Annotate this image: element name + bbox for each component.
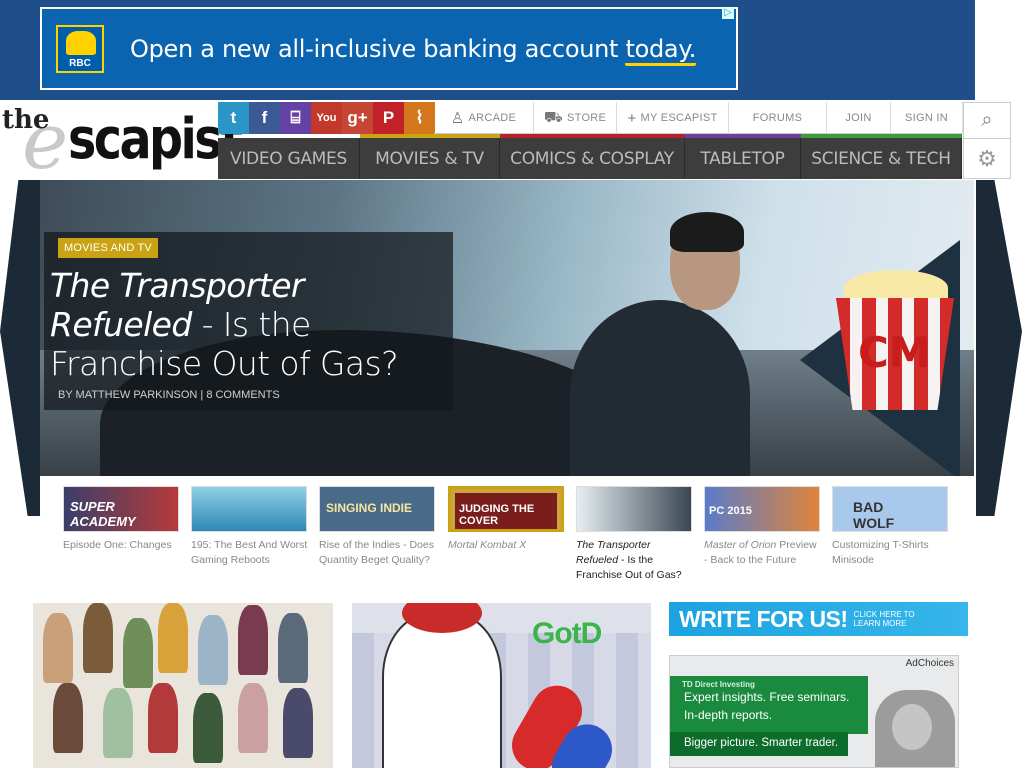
thumb-caption: Customizing T-Shirts Minisode — [832, 539, 929, 566]
top-banner-ad[interactable]: RBC Open a new all-inclusive banking acc… — [0, 0, 975, 100]
nav-tabletop[interactable]: TABLETOP — [685, 138, 801, 179]
sign-in-link[interactable]: SIGN IN — [891, 102, 963, 134]
my-escapist-label: MY ESCAPIST — [640, 112, 718, 124]
write-for-us-banner[interactable]: WRITE FOR US! CLICK HERE TO LEARN MORE — [669, 602, 968, 636]
cart-icon: ⛟ — [543, 108, 563, 126]
join-link[interactable]: JOIN — [827, 102, 891, 134]
nav-science-tech[interactable]: SCIENCE & TECH — [801, 138, 962, 179]
thumb-item[interactable]: 195: The Best And Worst Gaming Reboots — [191, 486, 309, 568]
rbc-ad-creative[interactable]: RBC Open a new all-inclusive banking acc… — [40, 7, 738, 90]
search-icon: ⌕ — [981, 109, 993, 131]
main-nav: VIDEO GAMES MOVIES & TV COMICS & COSPLAY… — [218, 138, 962, 179]
thumb-caption: Mortal Kombat X — [448, 539, 527, 551]
doctor-character — [382, 613, 502, 768]
hero-category-badge[interactable]: MOVIES AND TV — [58, 238, 158, 258]
joystick-icon: ♙ — [450, 110, 465, 127]
thumb-caption: Master of Orion Preview - Back to the Fu… — [704, 539, 817, 566]
thumb-caption: Rise of the Indies - Does Quantity Beget… — [319, 539, 434, 566]
thumb-item[interactable]: SUPER ACADEMY Episode One: Changes — [63, 486, 181, 553]
ad-headline-prefix: Open a new all-inclusive banking account — [130, 34, 619, 63]
logo-scapist: scapist — [68, 107, 243, 172]
popcorn-badge: CM — [836, 270, 954, 410]
nav-video-games[interactable]: VIDEO GAMES — [218, 138, 360, 179]
social-links: t f ⌸ You g+ P ⌇ — [218, 102, 435, 134]
rss-icon[interactable]: ⌇ — [404, 102, 435, 134]
thumb-item[interactable]: JUDGING THE COVER Mortal Kombat X — [448, 486, 566, 553]
twitch-icon[interactable]: ⌸ — [280, 102, 311, 134]
write-for-us-cta: CLICK HERE TO LEARN MORE — [853, 610, 915, 628]
thumb-item[interactable]: BAD WOLF Customizing T-Shirts Minisode — [832, 486, 950, 568]
ad-choices-icon[interactable]: ▷ — [722, 7, 734, 19]
store-link[interactable]: ⛟ STORE — [534, 102, 617, 134]
facebook-icon[interactable]: f — [249, 102, 280, 134]
ad-headline: Open a new all-inclusive banking account… — [130, 34, 696, 66]
logo-the: the — [2, 105, 50, 135]
td-line-2: In-depth reports. — [684, 708, 773, 722]
write-for-us-title: WRITE FOR US! — [679, 605, 848, 632]
gotd-logo: GotD — [532, 617, 602, 650]
arcade-label: ARCADE — [468, 112, 517, 124]
hero-byline: BY MATTHEW PARKINSON | 8 COMMENTS — [58, 389, 280, 401]
youtube-icon[interactable]: You — [311, 102, 342, 134]
feature-image-gotd[interactable]: GotD — [352, 603, 651, 768]
ad-headline-highlight: today. — [625, 34, 696, 66]
td-brand: TD Direct Investing — [682, 680, 755, 689]
store-label: STORE — [566, 112, 607, 124]
top-nav: ♙ ARCADE ⛟ STORE + MY ESCAPIST FORUMS JO… — [434, 102, 963, 134]
forums-link[interactable]: FORUMS — [729, 102, 827, 134]
my-escapist-link[interactable]: + MY ESCAPIST — [617, 102, 729, 134]
lion-icon — [66, 30, 96, 55]
popcorn-badge-text: CM — [858, 328, 931, 377]
adchoices-label[interactable]: AdChoices — [906, 658, 954, 669]
thumb-item[interactable]: PC 2015 Master of Orion Preview - Back t… — [704, 486, 822, 568]
gear-icon: ⚙ — [977, 145, 997, 171]
thumb-item-active[interactable]: The Transporter Refueled - Is the Franch… — [576, 486, 694, 583]
nav-movies-tv[interactable]: MOVIES & TV — [360, 138, 500, 179]
rbc-logo: RBC — [56, 24, 104, 73]
hero-title[interactable]: The Transporter Refueled - Is the Franch… — [50, 266, 450, 383]
thumb-item[interactable]: SINGING INDIE Rise of the Indies - Does … — [319, 486, 437, 568]
nav-comics-cosplay[interactable]: COMICS & COSPLAY — [500, 138, 685, 179]
td-line-1: Expert insights. Free seminars. — [684, 690, 850, 704]
thumb-caption: Episode One: Changes — [63, 539, 172, 551]
feature-image-cartoon-crowd[interactable] — [33, 603, 333, 768]
site-logo[interactable]: e the scapist — [0, 97, 243, 187]
search-button[interactable]: ⌕ — [963, 102, 1011, 139]
rbc-logo-text: RBC — [69, 57, 91, 69]
settings-button[interactable]: ⚙ — [963, 139, 1011, 179]
pinterest-icon[interactable]: P — [373, 102, 404, 134]
twitter-icon[interactable]: t — [218, 102, 249, 134]
td-ad[interactable]: AdChoices TD Direct Investing Expert ins… — [669, 655, 959, 768]
arcade-link[interactable]: ♙ ARCADE — [434, 102, 534, 134]
td-line-3: Bigger picture. Smarter trader. — [684, 737, 839, 749]
thumb-caption: The Transporter Refueled - Is the Franch… — [576, 539, 682, 581]
thumb-caption: 195: The Best And Worst Gaming Reboots — [191, 539, 308, 566]
google-plus-icon[interactable]: g+ — [342, 102, 373, 134]
plus-icon: + — [627, 109, 637, 127]
carousel-next-arrow[interactable] — [976, 180, 1022, 516]
